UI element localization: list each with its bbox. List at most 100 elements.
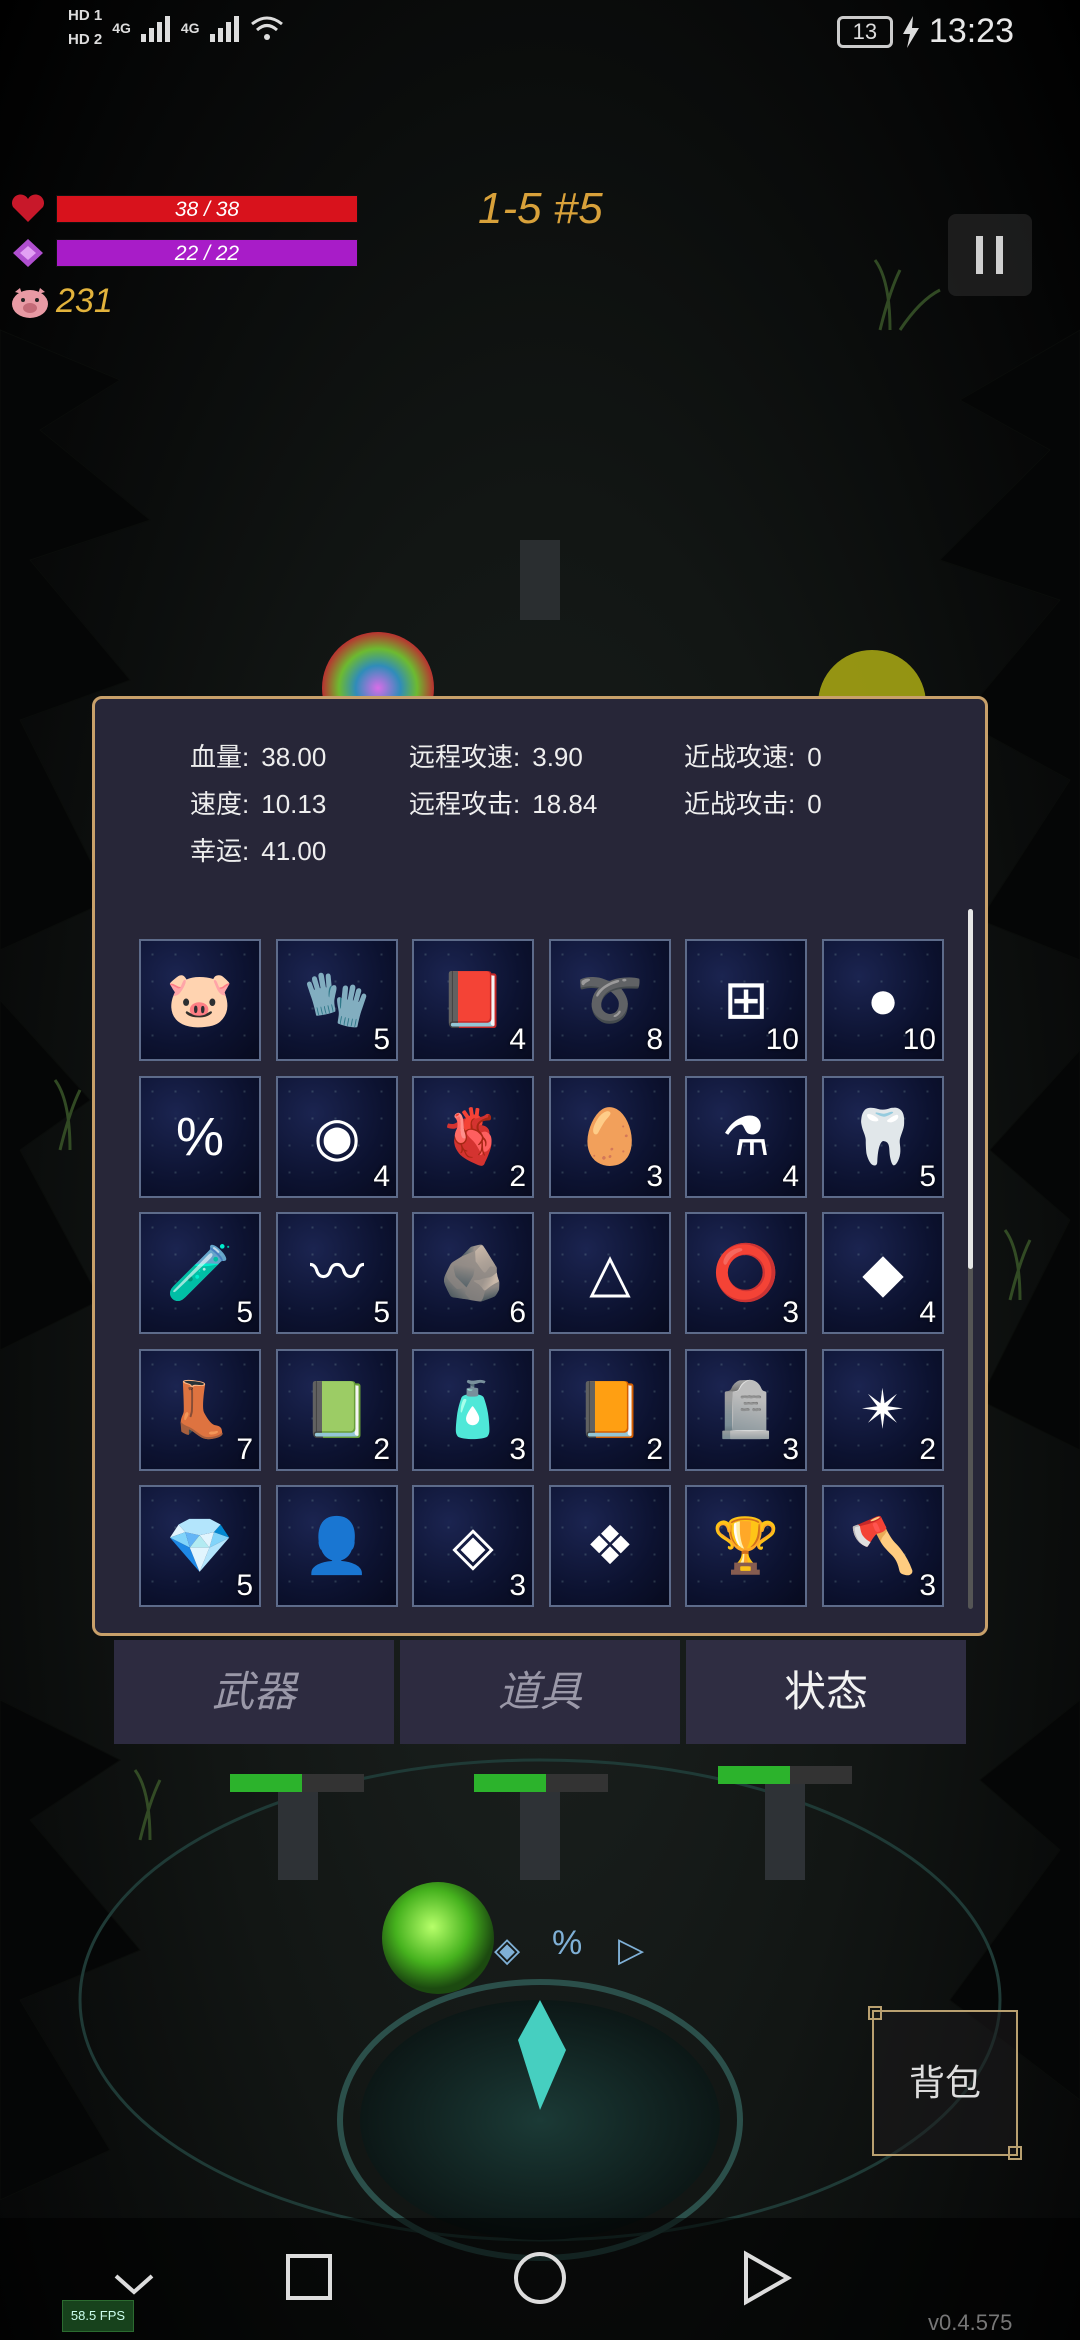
item-count: 3 <box>509 1433 526 1466</box>
item-count: 5 <box>373 1296 390 1329</box>
item-count: 8 <box>646 1023 663 1056</box>
percent-rune-icon: % <box>175 1107 225 1167</box>
rings-icon: ⭕ <box>712 1243 780 1303</box>
tab-weapons[interactable]: 武器 <box>114 1640 394 1744</box>
rock-icon: 🪨 <box>439 1243 507 1303</box>
item-slot[interactable]: ✴ 2 <box>822 1349 944 1471</box>
tab-items[interactable]: 道具 <box>400 1640 680 1744</box>
triangle-rune-icon: △ <box>589 1243 631 1303</box>
item-count: 4 <box>782 1160 799 1193</box>
item-slot[interactable]: 💎 5 <box>139 1485 261 1607</box>
green-potion-icon: 🧴 <box>439 1380 507 1440</box>
item-slot[interactable]: ⚗ 4 <box>685 1076 807 1198</box>
item-slot[interactable]: 🧴 3 <box>412 1349 534 1471</box>
item-slot[interactable]: 👤 <box>276 1485 398 1607</box>
stat-luck: 幸运: 41.00 <box>190 831 326 868</box>
item-slot[interactable]: 🐷 <box>139 939 261 1061</box>
stat-ranged-attack-value: 18.84 <box>532 789 598 819</box>
item-slot[interactable]: 📙 2 <box>549 1349 671 1471</box>
item-slot[interactable]: ⊞ 10 <box>685 939 807 1061</box>
item-slot[interactable]: ◈ 3 <box>412 1485 534 1607</box>
sim-indicators: HD 1 HD 2 <box>68 4 102 52</box>
item-count: 5 <box>373 1023 390 1056</box>
item-count: 7 <box>236 1433 253 1466</box>
stat-ranged-speed-value: 3.90 <box>532 742 583 772</box>
item-slot[interactable]: ● 10 <box>822 939 944 1061</box>
wifi-icon <box>250 16 283 40</box>
version-label: v0.4.575 <box>928 2310 1013 2335</box>
nav-back-icon[interactable] <box>744 2250 793 2306</box>
hp-text: 38 / 38 <box>174 198 240 221</box>
item-slot[interactable]: △ <box>549 1212 671 1334</box>
pause-button[interactable] <box>948 214 1032 296</box>
item-count: 10 <box>765 1023 799 1056</box>
scrollbar-thumb[interactable] <box>968 909 973 1269</box>
crystal-icon: 💎 <box>166 1516 234 1576</box>
book-icon: 📕 <box>439 970 507 1030</box>
item-slot[interactable]: ⭕ 3 <box>685 1212 807 1334</box>
item-slot[interactable]: 🦷 5 <box>822 1076 944 1198</box>
stat-ranged-speed-label: 远程攻速: <box>409 742 521 772</box>
item-count: 5 <box>236 1296 253 1329</box>
backpack-button[interactable]: 背包 <box>868 2006 1022 2160</box>
tab-status[interactable]: 状态 <box>686 1640 966 1744</box>
tombstone-icon: 🪦 <box>712 1380 780 1440</box>
item-count: 4 <box>373 1160 390 1193</box>
fps-counter: 58.5 FPS <box>62 2300 134 2332</box>
stat-hp: 血量: 38.00 <box>190 737 326 774</box>
signal2-icon <box>209 16 239 42</box>
item-slot[interactable]: ◉ 4 <box>276 1076 398 1198</box>
stat-melee-attack-value: 0 <box>807 789 822 819</box>
level-indicator: 1-5 #5 <box>478 184 603 233</box>
nav-hide-icon[interactable] <box>114 2274 154 2295</box>
item-slot[interactable]: 🪓 3 <box>822 1485 944 1607</box>
status-left: HD 1 HD 2 4G 4G <box>68 4 284 52</box>
stat-melee-speed: 近战攻速: 0 <box>684 737 822 774</box>
item-slot[interactable]: 📕 4 <box>412 939 534 1061</box>
cloak-icon: 👤 <box>303 1516 371 1576</box>
mp-row: 22 / 22 <box>10 238 358 268</box>
fang-icon: 🦷 <box>849 1107 917 1167</box>
pig-icon: 🐷 <box>166 970 234 1030</box>
item-grid-scrollbar[interactable] <box>968 909 973 1609</box>
signal1-icon <box>140 16 170 42</box>
item-slot[interactable]: 〰 5 <box>276 1212 398 1334</box>
axe-icon: 🪓 <box>849 1516 917 1576</box>
item-count: 3 <box>509 1569 526 1602</box>
stat-speed: 速度: 10.13 <box>190 784 326 821</box>
nav-recents-icon[interactable] <box>286 2254 332 2300</box>
item-slot[interactable]: 🪨 6 <box>412 1212 534 1334</box>
egg-icon: 🥚 <box>576 1107 644 1167</box>
item-slot[interactable]: % <box>139 1076 261 1198</box>
item-slot[interactable]: 🏆 <box>685 1485 807 1607</box>
item-slot[interactable]: 📗 2 <box>276 1349 398 1471</box>
battery-icon: 13 <box>836 15 893 48</box>
nav-home-icon[interactable] <box>514 2252 566 2304</box>
item-slot[interactable]: ◆ 4 <box>822 1212 944 1334</box>
item-slot[interactable]: 🧪 5 <box>139 1212 261 1334</box>
item-slot[interactable]: 🥚 3 <box>549 1076 671 1198</box>
gold-count: 231 <box>56 282 113 320</box>
stat-melee-speed-label: 近战攻速: <box>684 742 796 772</box>
flask-icon: 🧪 <box>166 1243 234 1303</box>
item-slot[interactable]: ❖ <box>549 1485 671 1607</box>
mana-diamond-icon <box>13 239 43 267</box>
item-count: 2 <box>373 1433 390 1466</box>
heart-icon: 🫀 <box>439 1107 507 1167</box>
status-right: 13 13:23 <box>836 12 1014 51</box>
skull-book-icon: 📗 <box>303 1380 371 1440</box>
hp-row: 38 / 38 <box>10 194 358 224</box>
item-count: 3 <box>919 1569 936 1602</box>
stat-luck-value: 41.00 <box>261 836 327 866</box>
rainbow-orb-icon: ◉ <box>313 1107 361 1167</box>
item-slot[interactable]: 🪦 3 <box>685 1349 807 1471</box>
cross-frame-icon: ❖ <box>585 1516 635 1576</box>
skill-percent-icon: % <box>552 1924 583 1962</box>
item-slot[interactable]: 🫀 2 <box>412 1076 534 1198</box>
item-slot[interactable]: ➰ 8 <box>549 939 671 1061</box>
medkit-icon: ⊞ <box>723 970 769 1030</box>
item-slot[interactable]: 👢 7 <box>139 1349 261 1471</box>
item-slot[interactable]: 🧤 5 <box>276 939 398 1061</box>
stat-ranged-attack: 远程攻击: 18.84 <box>409 784 597 821</box>
item-count: 3 <box>646 1160 663 1193</box>
